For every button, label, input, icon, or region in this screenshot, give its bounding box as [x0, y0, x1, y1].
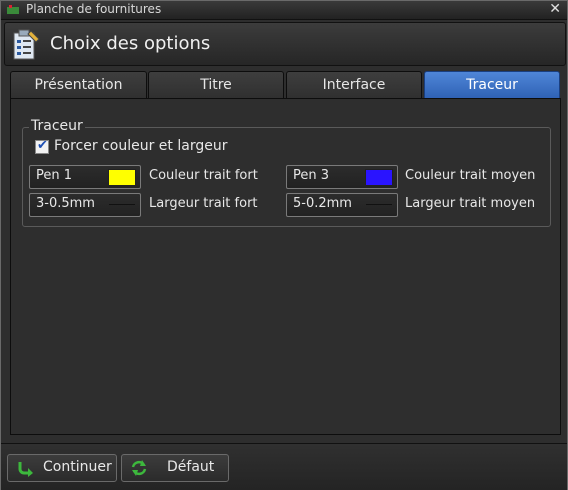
medium-width-label: Largeur trait moyen — [405, 196, 536, 211]
force-color-width-checkbox[interactable]: ✔ — [35, 138, 49, 154]
default-label: Défaut — [167, 459, 215, 475]
strong-width-label: Largeur trait fort — [149, 196, 258, 211]
refresh-icon — [131, 460, 147, 476]
button-bar: Continuer Défaut — [1, 443, 567, 490]
strong-color-swatch — [108, 169, 136, 186]
strong-color-value: Pen 1 — [36, 168, 73, 183]
continue-button[interactable]: Continuer — [7, 454, 117, 482]
tab-traceur[interactable]: Traceur — [424, 71, 560, 98]
medium-color-value: Pen 3 — [293, 168, 330, 183]
clipboard-pencil-icon — [13, 29, 40, 60]
dialog-window: Planche de fournitures ✕ Choix des optio… — [0, 0, 568, 490]
close-icon[interactable]: ✕ — [549, 1, 561, 17]
continue-arrow-icon — [18, 462, 33, 477]
checkmark-icon: ✔ — [37, 138, 48, 153]
strong-width-select[interactable]: 3-0.5mm — [29, 193, 141, 217]
strong-width-line-preview — [109, 204, 135, 205]
group-title: Traceur — [29, 118, 85, 134]
medium-width-line-preview — [366, 204, 392, 205]
window-title: Planche de fournitures — [26, 2, 162, 16]
tab-presentation[interactable]: Présentation — [10, 71, 147, 98]
strong-width-value: 3-0.5mm — [36, 196, 95, 211]
medium-color-select[interactable]: Pen 3 — [286, 165, 398, 189]
tab-interface[interactable]: Interface — [286, 71, 422, 98]
force-color-width-label[interactable]: Forcer couleur et largeur — [54, 138, 227, 154]
medium-width-select[interactable]: 5-0.2mm — [286, 193, 398, 217]
dialog-header: Choix des options — [4, 22, 566, 66]
tab-titre[interactable]: Titre — [148, 71, 284, 98]
continue-label: Continuer — [43, 459, 112, 475]
default-button[interactable]: Défaut — [121, 454, 229, 482]
tab-panel-traceur: Traceur ✔ Forcer couleur et largeur Pen … — [10, 98, 561, 435]
app-icon — [7, 5, 19, 14]
strong-color-label: Couleur trait fort — [149, 168, 258, 183]
medium-color-label: Couleur trait moyen — [405, 168, 536, 183]
medium-width-value: 5-0.2mm — [293, 196, 352, 211]
title-bar[interactable]: Planche de fournitures ✕ — [1, 1, 567, 20]
strong-color-select[interactable]: Pen 1 — [29, 165, 141, 189]
medium-color-swatch — [365, 169, 393, 186]
dialog-title: Choix des options — [50, 33, 211, 54]
